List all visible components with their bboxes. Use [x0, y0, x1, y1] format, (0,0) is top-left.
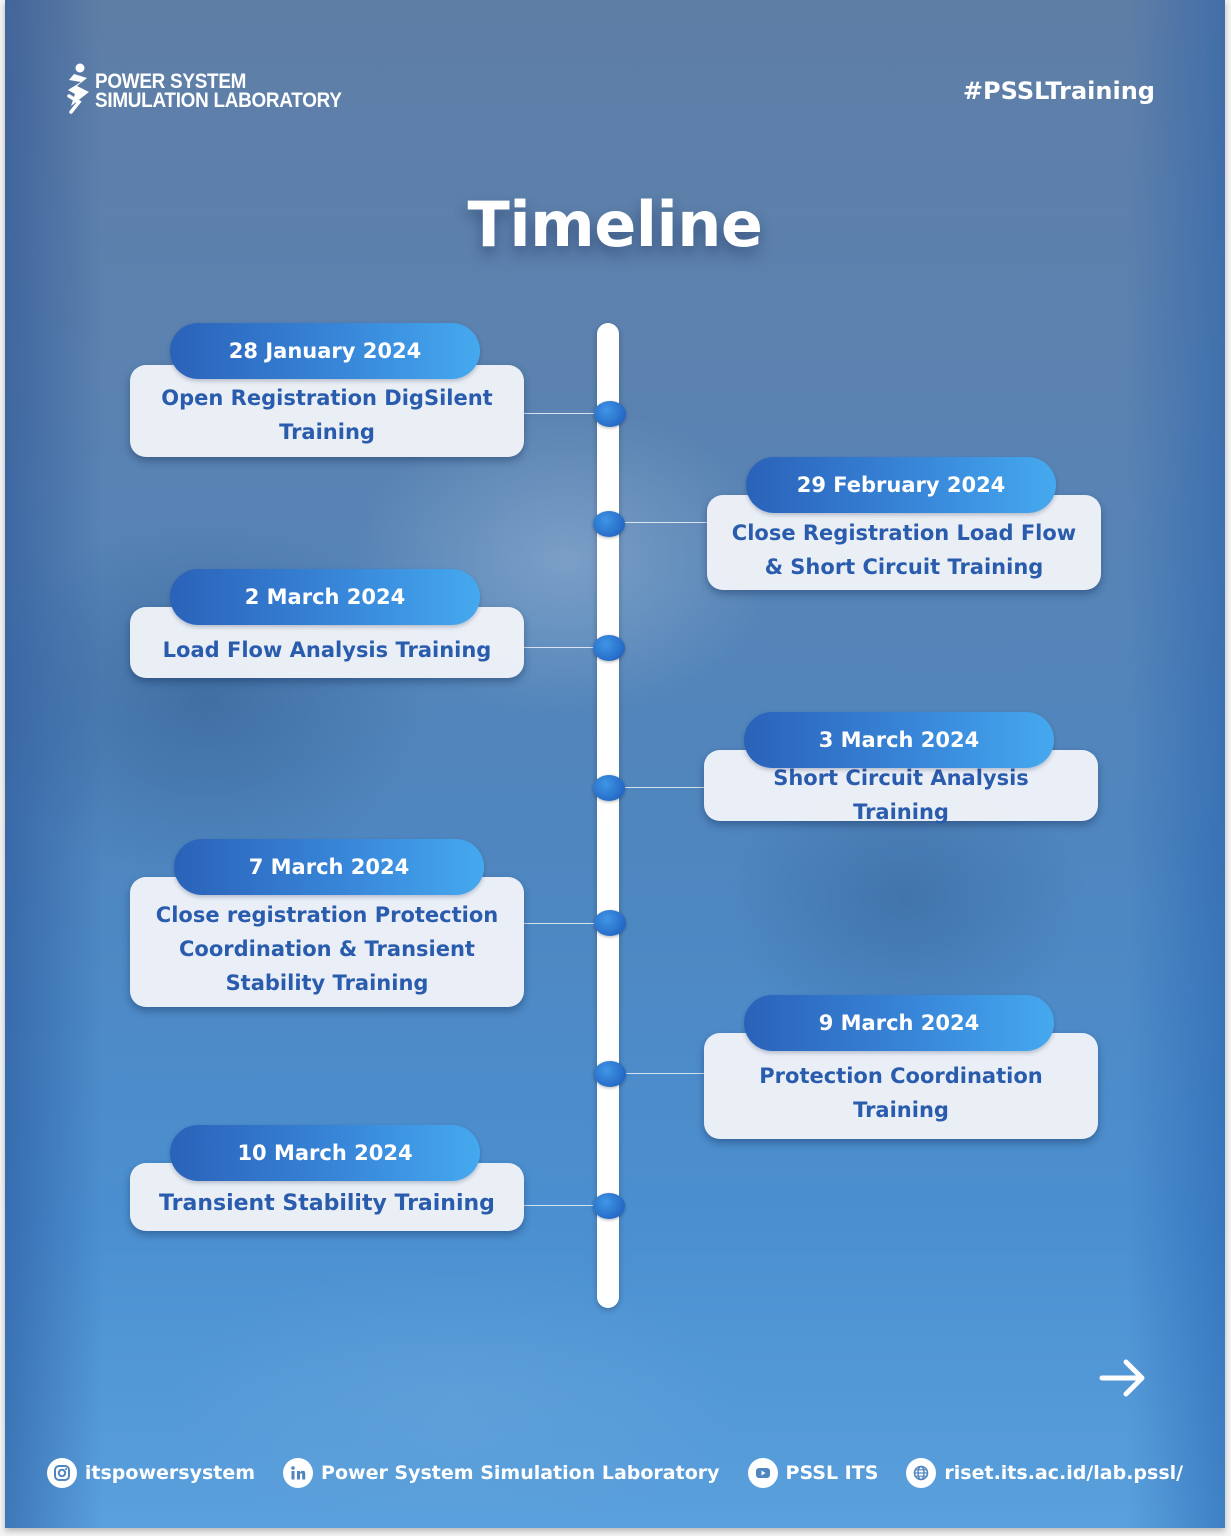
event-title: Transient Stability Training [159, 1191, 495, 1216]
timeline-dot [593, 635, 625, 661]
timeline-connector [619, 1073, 709, 1074]
timeline-event: 3 March 2024 Short Circuit Analysis Trai… [704, 712, 1098, 824]
running-figure-s-logo-icon [67, 63, 89, 114]
timeline-event: 2 March 2024 Load Flow Analysis Training [130, 569, 524, 678]
timeline-dot [594, 910, 626, 936]
instagram-icon [46, 1458, 77, 1488]
logo-line-2: SIMULATION LABORATORY [95, 89, 342, 112]
globe-icon [906, 1458, 937, 1488]
pssl-logo: POWER SYSTEM SIMULATION LABORATORY [65, 62, 369, 114]
youtube-icon [747, 1458, 778, 1488]
social-label: itspowersystem [84, 1462, 256, 1484]
event-date: 9 March 2024 [744, 995, 1054, 1051]
event-date: 28 January 2024 [170, 323, 480, 379]
social-label: Power System Simulation Laboratory [321, 1462, 720, 1484]
arrow-right-icon[interactable] [1098, 1356, 1148, 1400]
event-date: 7 March 2024 [174, 839, 484, 895]
footer-socials: itspowersystem Power System Simulation L… [5, 1456, 1225, 1490]
page-title: Timeline [467, 188, 763, 261]
event-date: 10 March 2024 [170, 1125, 480, 1181]
event-date: 29 February 2024 [746, 457, 1056, 513]
event-date: 2 March 2024 [170, 569, 480, 625]
timeline-connector [619, 522, 709, 523]
timeline-spine [597, 323, 619, 1308]
event-title: Close Registration Load Flow & Short Cir… [731, 520, 1077, 579]
timeline-event: 10 March 2024 Transient Stability Traini… [130, 1125, 524, 1231]
event-title: Protection Coordination Training [759, 1064, 1043, 1122]
linkedin-icon [283, 1458, 314, 1488]
timeline-event: 9 March 2024 Protection Coordination Tra… [704, 995, 1098, 1139]
timeline-dot [593, 775, 625, 801]
social-instagram[interactable]: itspowersystem [46, 1458, 256, 1488]
timeline-connector [524, 647, 604, 648]
social-label: riset.its.ac.id/lab.pssl/ [944, 1462, 1184, 1484]
timeline-poster: POWER SYSTEM SIMULATION LABORATORY #PSSL… [5, 0, 1225, 1528]
social-website[interactable]: riset.its.ac.id/lab.pssl/ [906, 1458, 1183, 1488]
timeline-event: 7 March 2024 Close registration Protecti… [130, 839, 524, 1007]
timeline-dot [594, 1061, 626, 1087]
timeline-dot [594, 401, 626, 427]
event-title: Close registration Protection Coordinati… [155, 903, 499, 995]
event-title: Open Registration DigSilent Training [161, 386, 493, 444]
timeline-connector [619, 787, 709, 788]
event-date: 3 March 2024 [744, 712, 1054, 768]
social-linkedin[interactable]: Power System Simulation Laboratory [283, 1458, 720, 1488]
event-title: Load Flow Analysis Training [162, 637, 492, 662]
event-card: Close registration Protection Coordinati… [130, 877, 524, 1007]
timeline-connector [524, 413, 604, 414]
hashtag: #PSSLTraining [962, 77, 1155, 105]
timeline-dot [593, 1193, 625, 1219]
social-label: PSSL ITS [785, 1462, 879, 1484]
timeline-connector [524, 923, 604, 924]
social-youtube[interactable]: PSSL ITS [747, 1458, 879, 1488]
timeline-dot [593, 511, 625, 537]
timeline-event: 28 January 2024 Open Registration DigSil… [130, 323, 524, 457]
timeline-connector [524, 1205, 604, 1206]
event-title: Short Circuit Analysis Training [773, 765, 1029, 824]
timeline-event: 29 February 2024 Close Registration Load… [707, 457, 1101, 590]
